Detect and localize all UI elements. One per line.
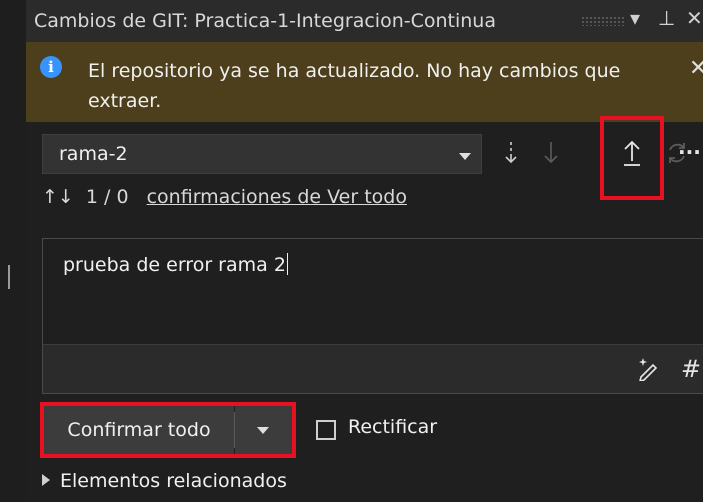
commit-counts: 1 / 0 bbox=[85, 186, 129, 208]
chevron-down-icon bbox=[459, 153, 471, 160]
fetch-button[interactable] bbox=[496, 136, 526, 170]
info-message: El repositorio ya se ha actualizado. No … bbox=[88, 60, 621, 112]
commits-summary: ↑↓ 1 / 0 confirmaciones de Ver todo bbox=[42, 186, 407, 208]
drag-grip[interactable] bbox=[581, 16, 625, 26]
close-infobar-button[interactable]: ✕ bbox=[689, 56, 703, 81]
view-all-commits-link[interactable]: confirmaciones de Ver todo bbox=[147, 186, 407, 208]
more-options-button[interactable]: ··· bbox=[678, 140, 701, 164]
branch-name: rama-2 bbox=[59, 143, 128, 165]
reference-work-item-button[interactable]: # bbox=[681, 355, 701, 383]
commit-highlight-box bbox=[40, 402, 296, 458]
commit-message-input[interactable]: prueba de error rama 2 bbox=[63, 253, 288, 276]
pin-button[interactable]: ⊥ bbox=[658, 6, 675, 30]
close-panel-button[interactable]: ✕ bbox=[686, 6, 703, 30]
commit-message-box[interactable]: prueba de error rama 2 # bbox=[42, 238, 703, 394]
pull-icon bbox=[544, 142, 558, 164]
left-gutter bbox=[0, 0, 26, 502]
push-highlight-box bbox=[600, 116, 664, 200]
sparkle-pen-icon bbox=[638, 358, 658, 383]
related-items-label: Elementos relacionados bbox=[60, 470, 287, 492]
info-icon: i bbox=[40, 56, 62, 78]
text-cursor bbox=[286, 253, 288, 275]
panel-title: Cambios de GIT: Practica-1-Integracion-C… bbox=[34, 10, 496, 32]
fetch-icon bbox=[505, 142, 517, 164]
window-dropdown-button[interactable]: ▾ bbox=[630, 6, 640, 30]
incoming-outgoing-icon: ↑↓ bbox=[42, 186, 74, 208]
branch-selector[interactable]: rama-2 bbox=[42, 134, 482, 174]
title-bar: Cambios de GIT: Practica-1-Integracion-C… bbox=[26, 0, 703, 43]
info-bar: i El repositorio ya se ha actualizado. N… bbox=[26, 42, 703, 122]
pull-button[interactable] bbox=[536, 136, 566, 170]
amend-checkbox[interactable] bbox=[316, 420, 336, 440]
message-toolbar: # bbox=[43, 344, 703, 393]
related-items-expander[interactable]: Elementos relacionados bbox=[42, 470, 287, 492]
splitter-handle[interactable] bbox=[8, 265, 10, 289]
commit-message-text: prueba de error rama 2 bbox=[63, 254, 286, 276]
expand-triangle-icon bbox=[42, 474, 50, 486]
amend-label[interactable]: Rectificar bbox=[348, 416, 437, 438]
copilot-suggest-button[interactable] bbox=[635, 355, 661, 387]
git-changes-panel: Cambios de GIT: Practica-1-Integracion-C… bbox=[26, 0, 703, 502]
